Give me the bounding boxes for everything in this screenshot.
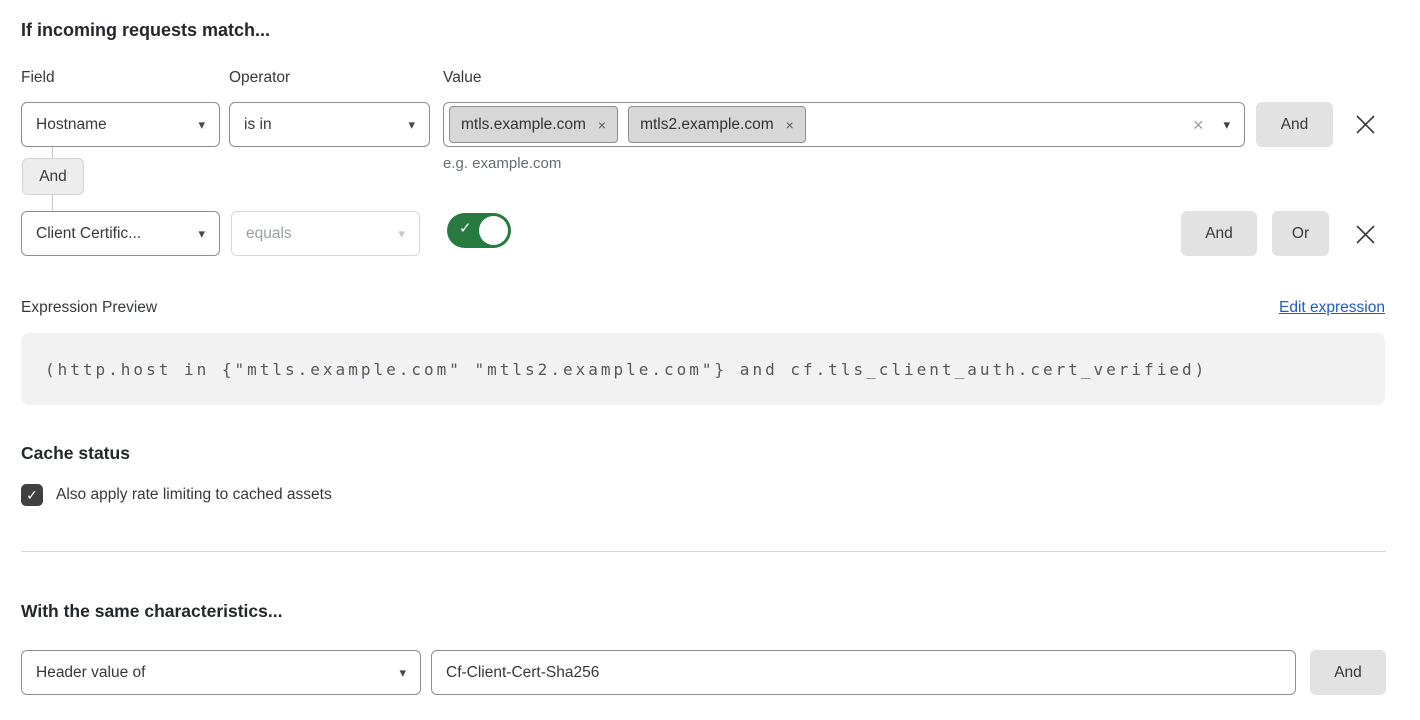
chevron-down-icon: ▾	[399, 666, 406, 679]
value-hint: e.g. example.com	[443, 155, 561, 172]
field-column-label: Field	[21, 69, 55, 87]
check-icon: ✓	[26, 487, 38, 504]
cached-assets-checkbox-label: Also apply rate limiting to cached asset…	[56, 486, 332, 504]
operator-select-row2-disabled: equals ▾	[231, 211, 420, 256]
or-button-row2[interactable]: Or	[1272, 211, 1329, 256]
cached-assets-checkbox[interactable]: ✓	[21, 484, 43, 506]
connector-line	[52, 147, 53, 158]
value-tag: mtls2.example.com ×	[628, 106, 806, 143]
edit-expression-link[interactable]: Edit expression	[1279, 299, 1385, 317]
expression-preview-code-block: (http.host in {"mtls.example.com" "mtls2…	[21, 333, 1385, 405]
match-section-title: If incoming requests match...	[21, 20, 270, 41]
chevron-down-icon[interactable]: ▾	[1223, 118, 1230, 131]
field-select-row1[interactable]: Hostname ▾	[21, 102, 220, 147]
operator-select-row1[interactable]: is in ▾	[229, 102, 430, 147]
clear-values-icon[interactable]: ×	[1193, 116, 1204, 134]
rate-limiting-rule-builder: If incoming requests match... Field Oper…	[0, 0, 1420, 720]
characteristic-select[interactable]: Header value of ▾	[21, 650, 421, 695]
and-button-row1[interactable]: And	[1256, 102, 1333, 147]
value-tag-label: mtls.example.com	[461, 116, 586, 134]
field-select-row2[interactable]: Client Certific... ▾	[21, 211, 220, 256]
expression-code: (http.host in {"mtls.example.com" "mtls2…	[45, 360, 1207, 379]
value-column-label: Value	[443, 69, 482, 87]
remove-tag-icon[interactable]: ×	[598, 118, 606, 132]
field-select-row1-value: Hostname	[36, 116, 107, 134]
operator-column-label: Operator	[229, 69, 290, 87]
remove-condition-row1-icon[interactable]	[1354, 113, 1377, 136]
toggle-knob	[479, 216, 508, 245]
hostname-values-multiselect[interactable]: mtls.example.com × mtls2.example.com × ×…	[443, 102, 1245, 147]
value-tag: mtls.example.com ×	[449, 106, 618, 143]
header-name-input[interactable]	[431, 650, 1296, 695]
operator-select-row2-value: equals	[246, 225, 292, 243]
chevron-down-icon: ▾	[198, 227, 205, 240]
section-divider	[21, 551, 1386, 552]
and-button-row2[interactable]: And	[1181, 211, 1257, 256]
cert-verified-toggle[interactable]: ✓	[447, 213, 511, 248]
cache-status-title: Cache status	[21, 443, 130, 464]
remove-condition-row2-icon[interactable]	[1354, 223, 1377, 246]
connector-line	[52, 195, 53, 211]
value-tag-label: mtls2.example.com	[640, 116, 774, 134]
check-icon: ✓	[459, 221, 472, 236]
expression-preview-label: Expression Preview	[21, 299, 157, 317]
and-button-characteristics[interactable]: And	[1310, 650, 1386, 695]
characteristics-title: With the same characteristics...	[21, 601, 282, 622]
chevron-down-icon: ▾	[408, 118, 415, 131]
connector-and-button[interactable]: And	[22, 158, 84, 195]
characteristic-select-value: Header value of	[36, 664, 145, 682]
chevron-down-icon: ▾	[398, 227, 405, 240]
remove-tag-icon[interactable]: ×	[786, 118, 794, 132]
operator-select-row1-value: is in	[244, 116, 272, 134]
chevron-down-icon: ▾	[198, 118, 205, 131]
field-select-row2-value: Client Certific...	[36, 225, 141, 243]
